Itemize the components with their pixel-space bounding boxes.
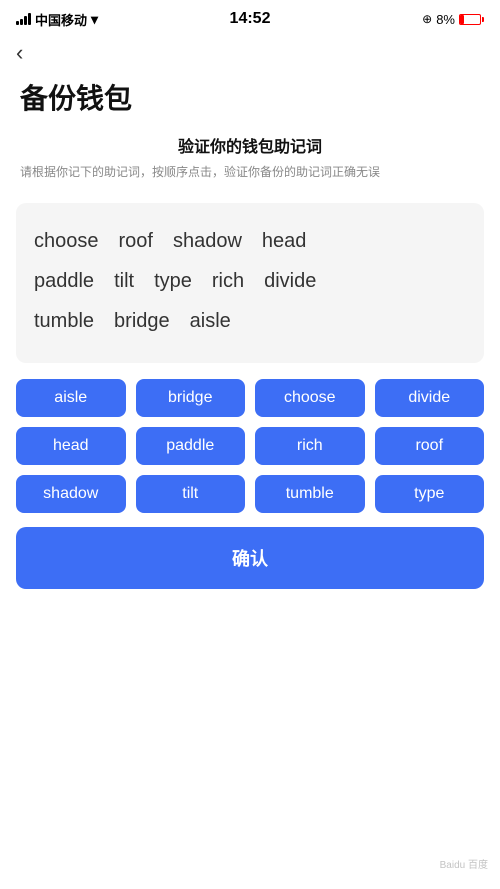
word-display-row-1: choose roof shadow head bbox=[34, 223, 466, 259]
wifi-icon: ▾ bbox=[91, 11, 98, 28]
word-chip-tilt[interactable]: tilt bbox=[136, 475, 246, 513]
word-chip-divide[interactable]: divide bbox=[375, 379, 485, 417]
signal-icon bbox=[16, 13, 31, 25]
word-chip-roof[interactable]: roof bbox=[375, 427, 485, 465]
baidu-watermark: Baidu 百度 bbox=[440, 856, 488, 871]
battery-percent: 8% bbox=[436, 12, 455, 27]
back-button[interactable]: ‹ bbox=[16, 42, 23, 64]
display-word-type: type bbox=[154, 263, 192, 299]
display-word-head: head bbox=[262, 223, 307, 259]
page-title: 备份钱包 bbox=[0, 69, 500, 133]
display-word-divide: divide bbox=[264, 263, 316, 299]
word-grid: aisle bridgechoose divide head paddlerichroo… bbox=[16, 379, 484, 513]
status-right: ⊕ 8% bbox=[422, 12, 484, 27]
word-display-row-2: paddle tilt type rich divide bbox=[34, 263, 466, 299]
battery-icon bbox=[459, 14, 484, 25]
word-chip-paddle[interactable]: paddle bbox=[136, 427, 246, 465]
display-word-shadow: shadow bbox=[173, 223, 242, 259]
location-icon: ⊕ bbox=[422, 12, 432, 26]
instruction-section: 验证你的钱包助记词 请根据你记下的助记词，按顺序点击，验证你备份的助记词正确无误 bbox=[0, 133, 500, 189]
status-left: 中国移动 ▾ bbox=[16, 10, 98, 29]
display-word-tumble: tumble bbox=[34, 303, 94, 339]
instruction-title: 验证你的钱包助记词 bbox=[20, 133, 480, 157]
word-display-row-3: tumble bridge aisle bbox=[34, 303, 466, 339]
word-display-box: choose roof shadow head paddle tilt type… bbox=[16, 203, 484, 363]
word-chip-tumble[interactable]: tumble bbox=[255, 475, 365, 513]
word-chip-shadow[interactable]: shadow bbox=[16, 475, 126, 513]
confirm-button[interactable]: 确认 bbox=[16, 527, 484, 589]
instruction-desc: 请根据你记下的助记词，按顺序点击，验证你备份的助记词正确无误 bbox=[20, 163, 480, 181]
word-chip-rich[interactable]: rich bbox=[255, 427, 365, 465]
carrier-label: 中国移动 bbox=[35, 10, 87, 29]
display-word-rich: rich bbox=[212, 263, 244, 299]
display-word-bridge: bridge bbox=[114, 303, 170, 339]
display-word-choose: choose bbox=[34, 223, 99, 259]
nav-bar: ‹ bbox=[0, 36, 500, 69]
display-word-paddle: paddle bbox=[34, 263, 94, 299]
word-chip-type[interactable]: type bbox=[375, 475, 485, 513]
word-chip-aisle[interactable]: aisle bbox=[16, 379, 126, 417]
display-word-tilt: tilt bbox=[114, 263, 134, 299]
status-time: 14:52 bbox=[230, 10, 271, 28]
display-word-aisle: aisle bbox=[190, 303, 231, 339]
word-chip-choose[interactable]: choose bbox=[255, 379, 365, 417]
word-chip-bridge[interactable]: bridge bbox=[136, 379, 246, 417]
word-chip-head[interactable]: head bbox=[16, 427, 126, 465]
display-word-roof: roof bbox=[119, 223, 153, 259]
status-bar: 中国移动 ▾ 14:52 ⊕ 8% bbox=[0, 0, 500, 36]
